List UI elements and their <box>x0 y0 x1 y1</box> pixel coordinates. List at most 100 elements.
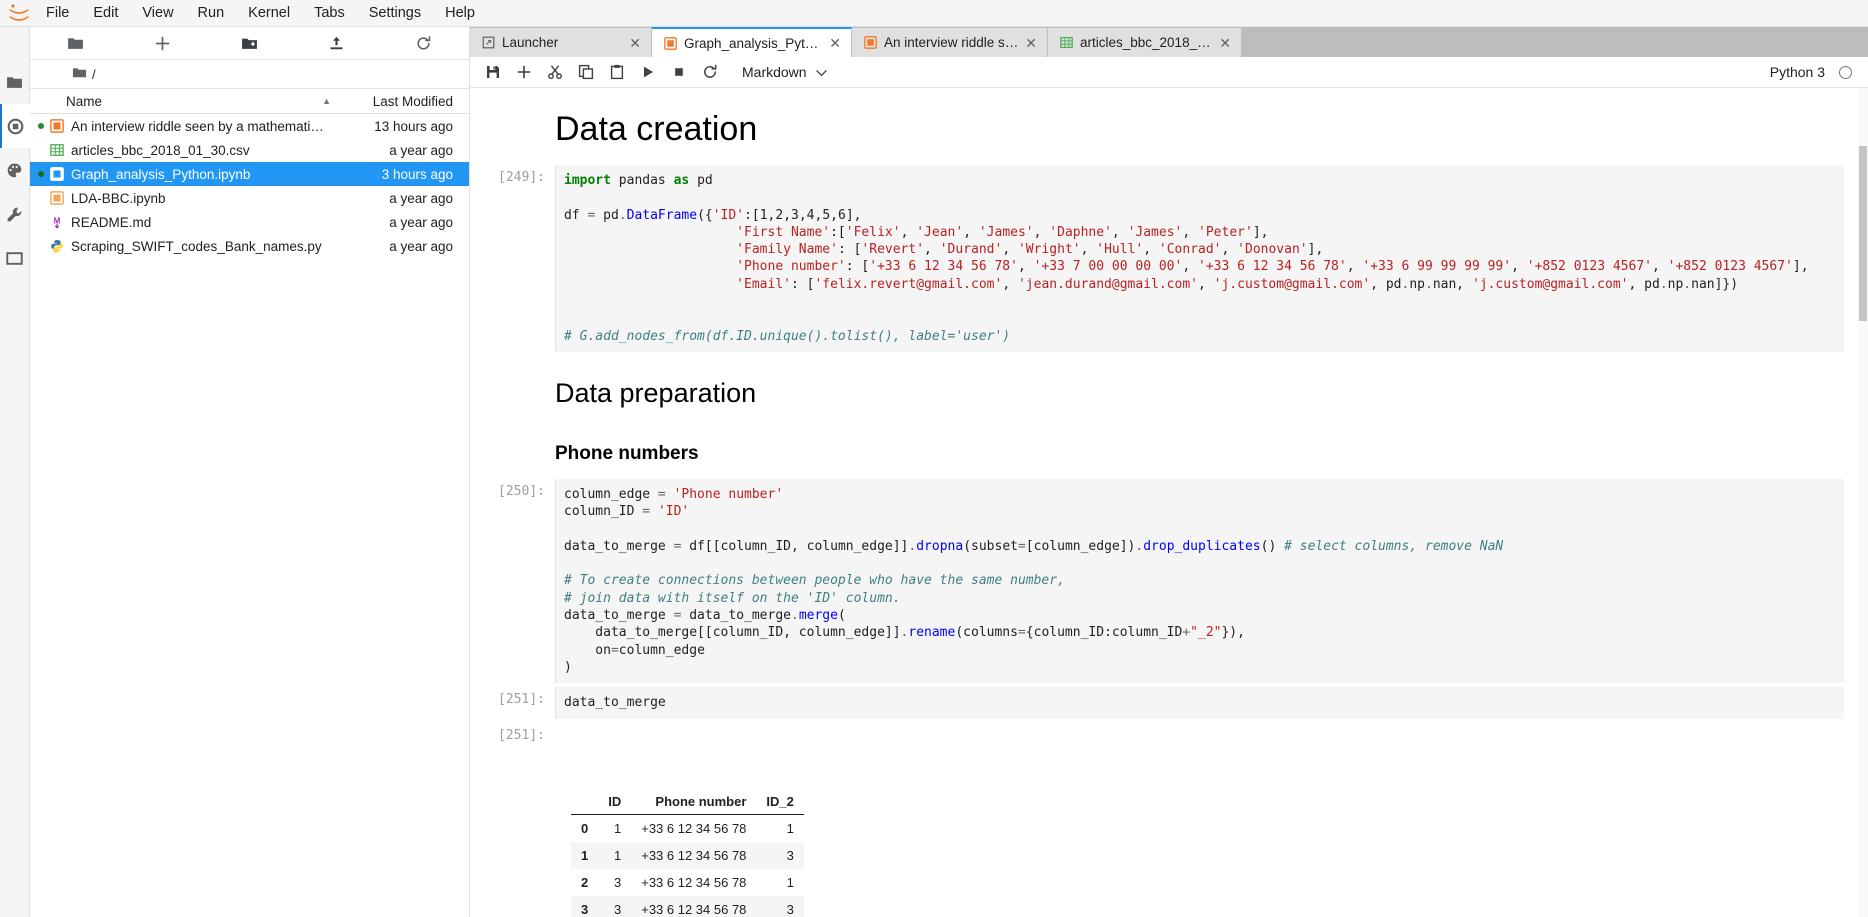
close-icon[interactable]: ✕ <box>1219 36 1231 50</box>
code-editor[interactable]: data_to_merge <box>555 687 1844 719</box>
file-modified: a year ago <box>389 238 453 254</box>
file-modified: a year ago <box>389 190 453 206</box>
vertical-scrollbar[interactable] <box>1858 88 1868 917</box>
markdown-cell[interactable]: Data creation <box>470 88 1868 163</box>
dataframe-wrapper: ID Phone number ID_2 0 1 +33 6 12 34 56 78 1 1 1… <box>563 755 1834 917</box>
code-editor[interactable]: column_edge = 'Phone number' column_ID =… <box>555 478 1844 684</box>
save-notebook-button[interactable] <box>478 59 507 86</box>
launcher-icon <box>482 36 496 49</box>
refresh-file-list-button[interactable] <box>380 28 467 58</box>
menu-settings[interactable]: Settings <box>357 0 433 26</box>
new-launcher-button[interactable] <box>119 28 206 58</box>
sidebar-item-property-inspector[interactable] <box>0 192 30 236</box>
cell-prompt: [249]: <box>498 170 545 185</box>
menu-bar: File Edit View Run Kernel Tabs Settings … <box>0 0 1868 27</box>
dataframe-index-cell: 1 <box>581 847 589 863</box>
file-list-header: Name ▲ Last Modified <box>30 88 469 114</box>
table-row: 0 1 +33 6 12 34 56 78 1 <box>571 814 804 842</box>
kernel-name[interactable]: Python 3 <box>1770 64 1825 80</box>
menu-tabs[interactable]: Tabs <box>302 0 357 26</box>
column-header-name[interactable]: Name ▲ <box>36 94 339 109</box>
sidebar-item-file-browser[interactable] <box>0 60 30 104</box>
cell-type-dropdown[interactable]: Markdown <box>734 62 835 82</box>
list-item[interactable]: An interview riddle seen by a mathemati…… <box>30 114 469 138</box>
column-header-name-label: Name <box>66 93 103 109</box>
cut-cell-button[interactable] <box>540 59 569 86</box>
close-icon[interactable]: ✕ <box>1025 36 1037 50</box>
output-prompt: [251]: <box>498 727 545 743</box>
cell-prompt: [251]: <box>498 692 545 708</box>
close-icon[interactable]: ✕ <box>629 36 641 50</box>
jupyterlab-window: File Edit View Run Kernel Tabs Settings … <box>0 0 1868 917</box>
cell-prompt <box>470 88 555 163</box>
new-folder-button[interactable] <box>32 28 119 58</box>
code-editor[interactable]: import pandas as pd df = pd.DataFrame({'… <box>555 165 1844 352</box>
list-item[interactable]: Scraping_SWIFT_codes_Bank_names.py a yea… <box>30 234 469 258</box>
insert-cell-button[interactable] <box>509 59 538 86</box>
file-name: Scraping_SWIFT_codes_Bank_names.py <box>71 238 322 254</box>
column-header-last-modified[interactable]: Last Modified <box>339 94 469 109</box>
markdown-cell[interactable]: Data preparation <box>470 354 1868 423</box>
sidebar-item-running[interactable] <box>0 104 30 148</box>
dataframe-column-header: ID <box>598 788 632 815</box>
heading-data-creation: Data creation <box>555 110 758 148</box>
interrupt-kernel-button[interactable] <box>664 59 693 86</box>
upload-files-button[interactable] <box>293 28 380 58</box>
markdown-icon: M <box>46 215 68 230</box>
run-cell-button[interactable] <box>633 59 662 86</box>
markdown-cell[interactable]: Phone numbers <box>470 423 1868 477</box>
breadcrumb[interactable]: / <box>30 60 469 88</box>
menu-kernel[interactable]: Kernel <box>236 0 302 26</box>
sidebar-item-open-tabs[interactable] <box>0 236 30 280</box>
menu-run[interactable]: Run <box>186 0 237 26</box>
sidebar-item-commands[interactable] <box>0 148 30 192</box>
dataframe-cell: +33 6 12 34 56 78 <box>641 847 747 863</box>
dataframe-cell: 1 <box>614 847 622 863</box>
list-item[interactable]: articles_bbc_2018_01_30.csv a year ago <box>30 138 469 162</box>
dataframe-cell: 3 <box>786 847 794 863</box>
list-item[interactable]: LDA-BBC.ipynb a year ago <box>30 186 469 210</box>
spreadsheet-icon <box>46 143 68 157</box>
copy-cell-button[interactable] <box>571 59 600 86</box>
folder-icon <box>72 65 87 83</box>
close-icon[interactable]: ✕ <box>829 36 841 50</box>
restart-kernel-button[interactable] <box>695 59 724 86</box>
menu-view[interactable]: View <box>130 0 185 26</box>
jupyter-logo-icon <box>4 1 34 25</box>
tab-label: articles_bbc_2018_01_30.csv <box>1080 35 1213 50</box>
dataframe-cell: +33 6 12 34 56 78 <box>641 901 747 917</box>
dataframe-cell: +33 6 12 34 56 78 <box>641 874 747 890</box>
dataframe-output: ID Phone number ID_2 0 1 +33 6 12 34 56 78 1 1 1… <box>555 723 1844 917</box>
tab-articles-bbc-csv[interactable]: articles_bbc_2018_01_30.csv ✕ <box>1048 28 1242 57</box>
scrollbar-thumb[interactable] <box>1859 146 1867 321</box>
tab-graph-analysis-python[interactable]: Graph_analysis_Python.ipynb ✕ <box>652 27 852 57</box>
heading-data-preparation: Data preparation <box>555 377 757 408</box>
tab-label: An interview riddle seen by a <box>884 35 1020 50</box>
tab-launcher[interactable]: Launcher ✕ <box>470 28 652 57</box>
dataframe-table: ID Phone number ID_2 0 1 +33 6 12 34 56 78 1 1 1… <box>571 788 804 917</box>
new-directory-button[interactable] <box>206 28 293 58</box>
activity-bar <box>0 27 30 917</box>
menu-file[interactable]: File <box>34 0 81 26</box>
code-cell[interactable]: [251]: data_to_merge <box>470 685 1868 720</box>
menu-edit[interactable]: Edit <box>81 0 130 26</box>
dataframe-cell: +33 6 12 34 56 78 <box>641 820 747 836</box>
kernel-status-icon[interactable] <box>1839 65 1852 79</box>
sort-ascending-icon: ▲ <box>322 96 331 106</box>
file-name: An interview riddle seen by a mathemati… <box>71 118 324 134</box>
list-item-selected[interactable]: Graph_analysis_Python.ipynb 3 hours ago <box>30 162 469 186</box>
code-cell[interactable]: [249]: import pandas as pd df = pd.DataF… <box>470 163 1868 354</box>
code-cell[interactable]: [250]: column_edge = 'Phone number' colu… <box>470 477 1868 685</box>
breadcrumb-path: / <box>92 66 96 82</box>
dataframe-cell: 3 <box>614 874 622 890</box>
tab-bar: Launcher ✕ Graph_analysis_Python.ipynb ✕… <box>470 27 1868 57</box>
cell-prompt: [250]: <box>498 483 545 499</box>
list-item[interactable]: M README.md a year ago <box>30 210 469 234</box>
markdown-body: Data preparation <box>555 354 1868 423</box>
file-name: articles_bbc_2018_01_30.csv <box>71 142 250 158</box>
paste-cell-button[interactable] <box>602 59 631 86</box>
notebook-icon <box>46 167 68 181</box>
menu-help[interactable]: Help <box>433 0 487 26</box>
notebook-cells: Data creation [249]: import pandas as pd… <box>470 88 1868 917</box>
tab-an-interview-riddle[interactable]: An interview riddle seen by a ✕ <box>852 28 1048 57</box>
